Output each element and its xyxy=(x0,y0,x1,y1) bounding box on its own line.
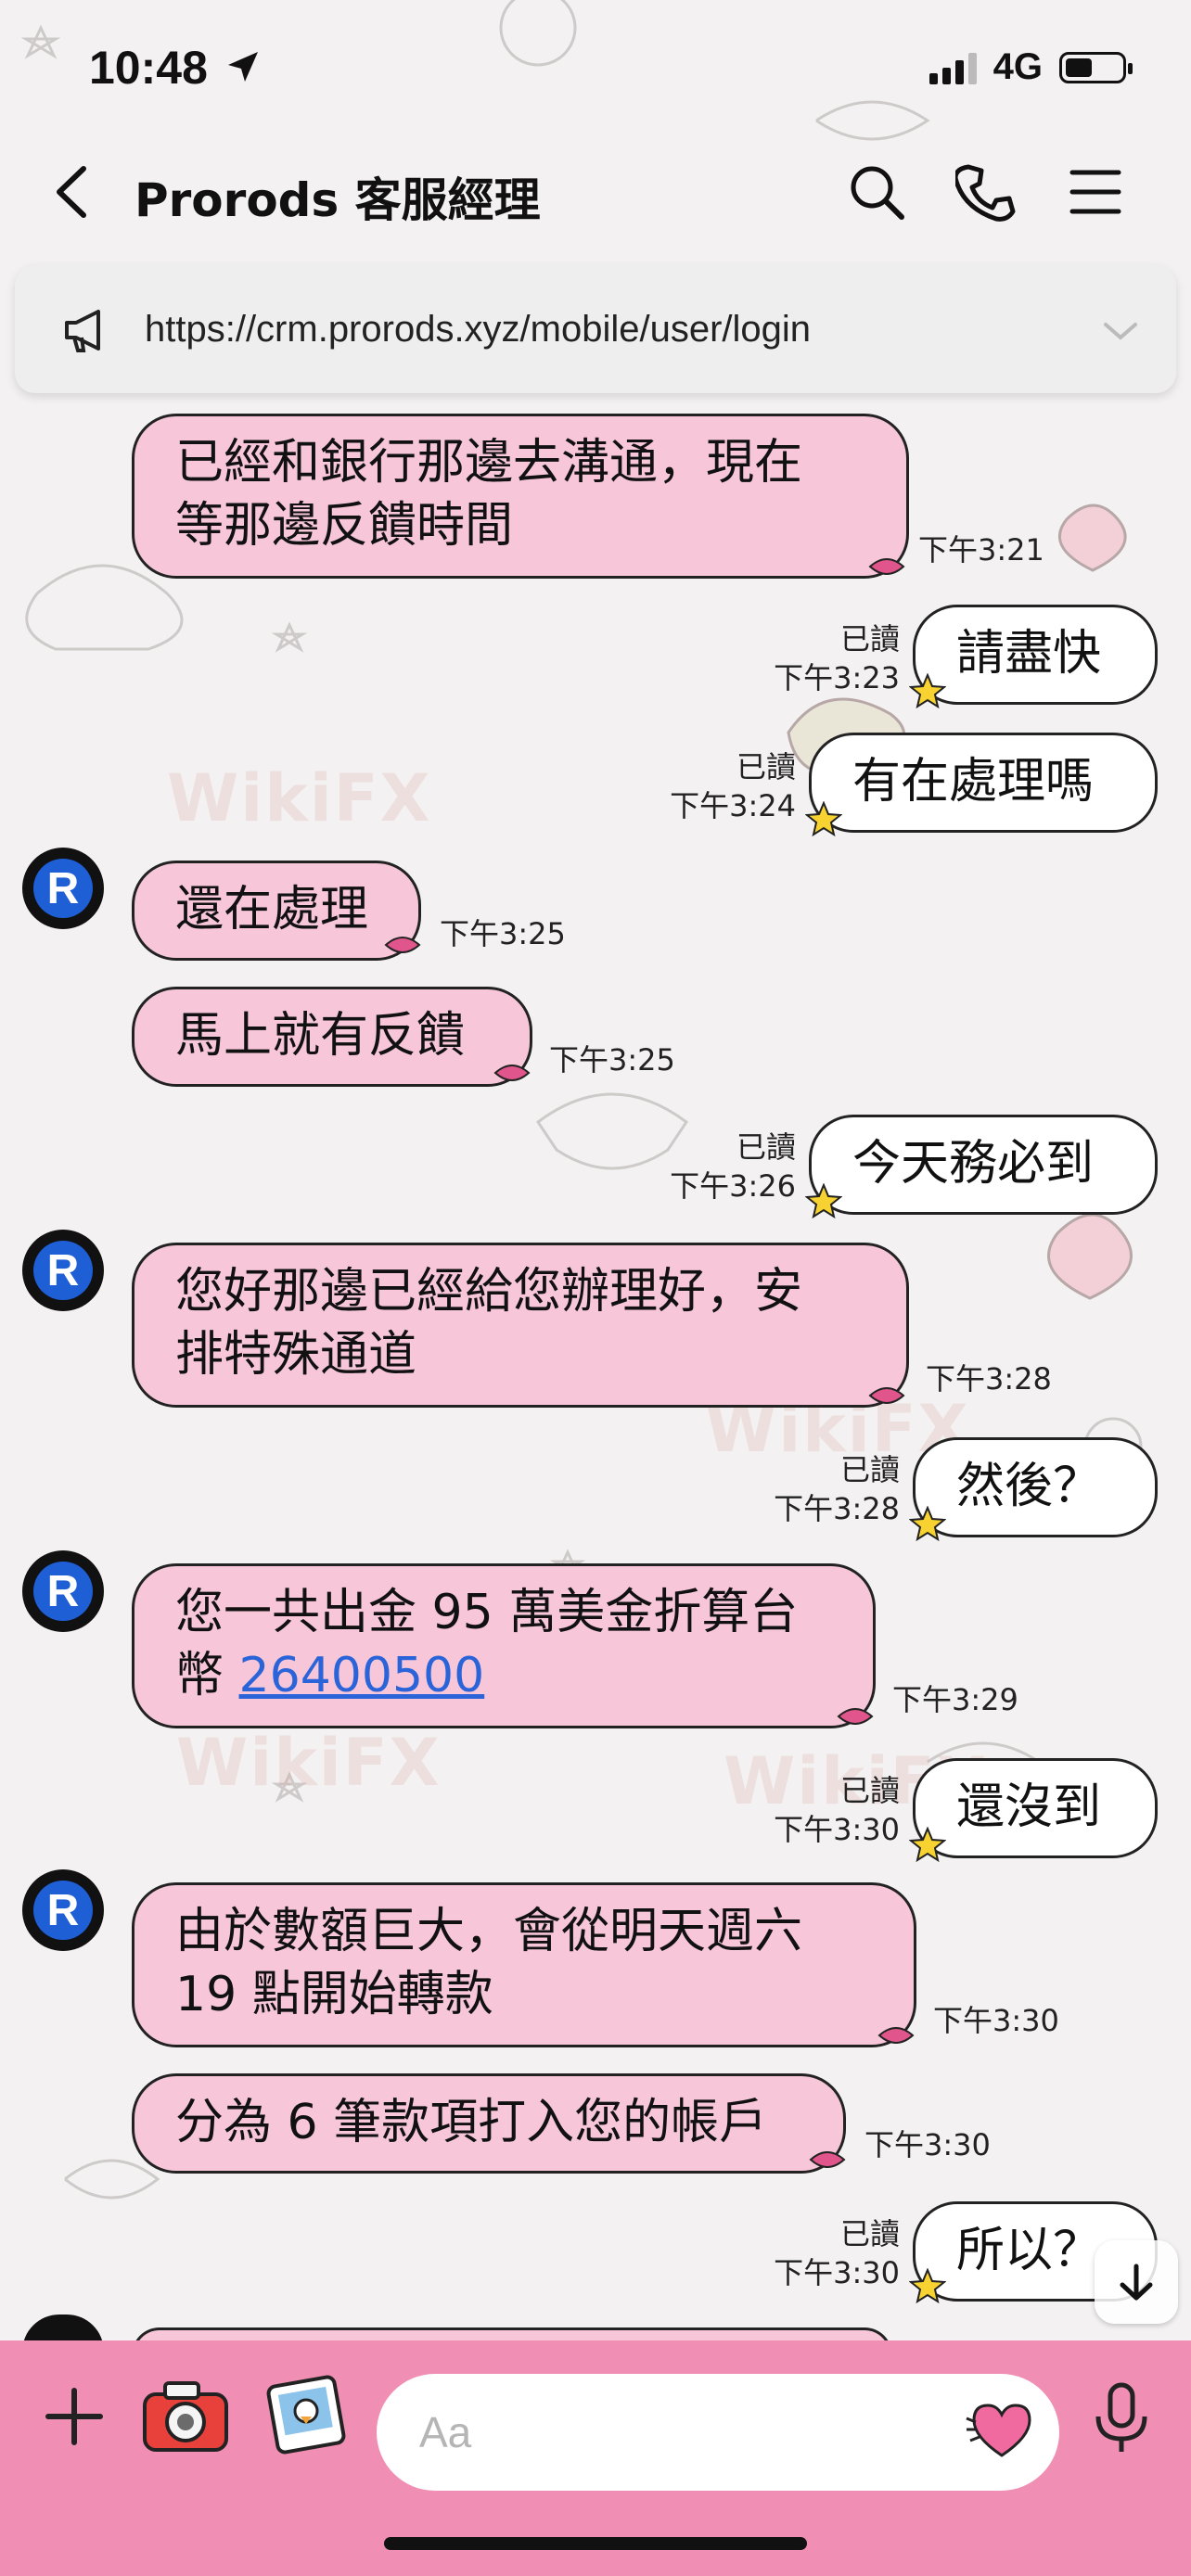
agent-avatar[interactable]: R xyxy=(22,1550,104,1632)
read-receipt: 已讀 xyxy=(839,1452,900,1487)
megaphone-icon xyxy=(65,310,100,352)
read-receipt: 已讀 xyxy=(736,1129,796,1165)
message-input[interactable] xyxy=(377,2374,1059,2491)
message-text: 請盡快 xyxy=(956,626,1102,682)
chevron-down-icon[interactable] xyxy=(1100,317,1141,345)
message-time: 下午3:23 xyxy=(774,660,900,695)
search-icon[interactable] xyxy=(844,159,909,224)
signal-icon xyxy=(928,51,977,84)
amount-link[interactable]: 26400500 xyxy=(239,1648,485,1703)
message-line: 您一共出金 95 萬美金折算台 xyxy=(175,1585,799,1640)
incoming-message[interactable]: 馬上就有反饋 xyxy=(132,987,532,1087)
message-line: 19 點開始轉款 xyxy=(175,1967,493,2022)
star-sticker-icon xyxy=(909,1506,946,1542)
camera-icon[interactable] xyxy=(137,2374,234,2457)
menu-icon[interactable] xyxy=(1063,159,1128,224)
star-sticker-icon xyxy=(909,2268,946,2304)
battery-icon xyxy=(1059,51,1133,83)
plus-icon[interactable] xyxy=(41,2383,108,2450)
message-text: 分為 6 筆款項打入您的帳戶 xyxy=(175,2095,768,2150)
photo-icon[interactable] xyxy=(260,2368,352,2461)
scroll-to-bottom-button[interactable] xyxy=(1095,2240,1178,2324)
incoming-message[interactable]: 您好那邊已經給您辦理好，安 排特殊通道 xyxy=(132,1243,909,1408)
emoji-heart-icon[interactable] xyxy=(965,2396,1039,2465)
home-indicator xyxy=(384,2537,807,2550)
message-time: 下午3:26 xyxy=(670,1168,796,1204)
message-time: 下午3:28 xyxy=(774,1491,900,1526)
lips-sticker-icon xyxy=(809,2151,846,2168)
announcement-bar[interactable]: https://crm.prorods.xyz/mobile/user/logi… xyxy=(15,265,1176,393)
message-line: 您好那邊已經給您辦理好，安 xyxy=(175,1264,803,1320)
message-text: 馬上就有反饋 xyxy=(175,1008,466,1064)
incoming-message[interactable]: 已經和銀行那邊去溝通，現在 等那邊反饋時間 xyxy=(132,414,909,579)
agent-avatar[interactable]: R xyxy=(22,1869,104,1951)
lips-sticker-icon xyxy=(837,1708,874,1725)
phone-icon[interactable] xyxy=(955,159,1020,224)
message-status: 已讀 下午3:23 xyxy=(742,619,900,697)
announcement-link[interactable]: https://crm.prorods.xyz/mobile/user/logi… xyxy=(145,309,811,351)
message-text: 今天務必到 xyxy=(852,1136,1095,1192)
lips-sticker-icon xyxy=(384,937,421,953)
message-status: 已讀 下午3:30 xyxy=(742,2214,900,2292)
read-receipt: 已讀 xyxy=(839,2216,900,2251)
network-type: 4G xyxy=(992,46,1043,87)
message-line: 等那邊反饋時間 xyxy=(175,498,514,554)
message-time: 下午3:25 xyxy=(549,1042,675,1078)
outgoing-message[interactable]: 還沒到 xyxy=(913,1758,1158,1858)
message-status: 已讀 下午3:26 xyxy=(640,1128,796,1205)
chat-title: Prorods 客服經理 xyxy=(134,173,541,227)
read-receipt: 已讀 xyxy=(736,749,796,784)
message-text: 所以？ xyxy=(956,2223,1102,2278)
lips-sticker-icon xyxy=(493,1065,531,1081)
message-line: 由於數額巨大，會從明天週六 xyxy=(175,1904,803,1959)
message-status: 已讀 下午3:24 xyxy=(640,747,796,825)
outgoing-message[interactable]: 有在處理嗎 xyxy=(809,733,1158,833)
lips-sticker-icon xyxy=(868,1387,905,1404)
read-receipt: 已讀 xyxy=(839,1773,900,1808)
message-time: 下午3:28 xyxy=(926,1361,1052,1396)
incoming-message[interactable]: 還在處理 xyxy=(132,861,421,961)
message-text: 有在處理嗎 xyxy=(852,754,1095,810)
incoming-message[interactable]: 分為 6 筆款項打入您的帳戶 xyxy=(132,2073,846,2174)
message-text: 幣 xyxy=(175,1648,239,1703)
read-receipt: 已讀 xyxy=(839,621,900,657)
arrow-down-icon xyxy=(1120,2264,1153,2301)
message-status: 已讀 下午3:28 xyxy=(742,1450,900,1528)
message-line: 已經和銀行那邊去溝通，現在 xyxy=(175,435,803,491)
outgoing-message[interactable]: 請盡快 xyxy=(913,605,1158,705)
message-text: 還在處理 xyxy=(175,882,369,937)
message-time: 下午3:25 xyxy=(440,916,566,951)
star-sticker-icon xyxy=(909,673,946,709)
outgoing-message[interactable]: 然後？ xyxy=(913,1437,1158,1537)
back-icon[interactable] xyxy=(46,159,102,224)
star-sticker-icon xyxy=(805,801,842,837)
message-line: 幣 26400500 xyxy=(175,1644,832,1707)
message-time: 下午3:30 xyxy=(774,2255,900,2290)
agent-avatar[interactable]: R xyxy=(22,848,104,929)
agent-avatar[interactable]: R xyxy=(22,1230,104,1311)
message-text: 然後？ xyxy=(956,1459,1102,1514)
watermark: WikiFX xyxy=(176,1725,442,1801)
message-time: 下午3:21 xyxy=(918,532,1044,567)
location-arrow-icon xyxy=(228,52,258,82)
message-time: 下午3:24 xyxy=(670,788,796,823)
message-time: 下午3:30 xyxy=(774,1812,900,1847)
outgoing-message[interactable]: 今天務必到 xyxy=(809,1115,1158,1215)
status-indicators: 4G xyxy=(928,46,1133,88)
incoming-message[interactable]: 您一共出金 95 萬美金折算台 幣 26400500 xyxy=(132,1563,876,1728)
incoming-message[interactable]: 由於數額巨大，會從明天週六 19 點開始轉款 xyxy=(132,1882,916,2047)
status-time: 10:48 xyxy=(89,42,208,94)
mic-icon[interactable] xyxy=(1089,2381,1154,2455)
lips-sticker-icon xyxy=(877,2027,915,2044)
message-time: 下午3:29 xyxy=(892,1682,1018,1717)
message-status: 已讀 下午3:30 xyxy=(742,1771,900,1849)
watermark: WikiFX xyxy=(167,760,432,836)
message-time: 下午3:30 xyxy=(933,2003,1059,2038)
message-line: 排特殊通道 xyxy=(175,1327,417,1383)
message-text: 還沒到 xyxy=(956,1779,1102,1835)
lips-sticker-icon xyxy=(868,558,905,575)
message-time: 下午3:30 xyxy=(864,2127,991,2162)
star-sticker-icon xyxy=(909,1827,946,1863)
star-sticker-icon xyxy=(805,1183,842,1219)
